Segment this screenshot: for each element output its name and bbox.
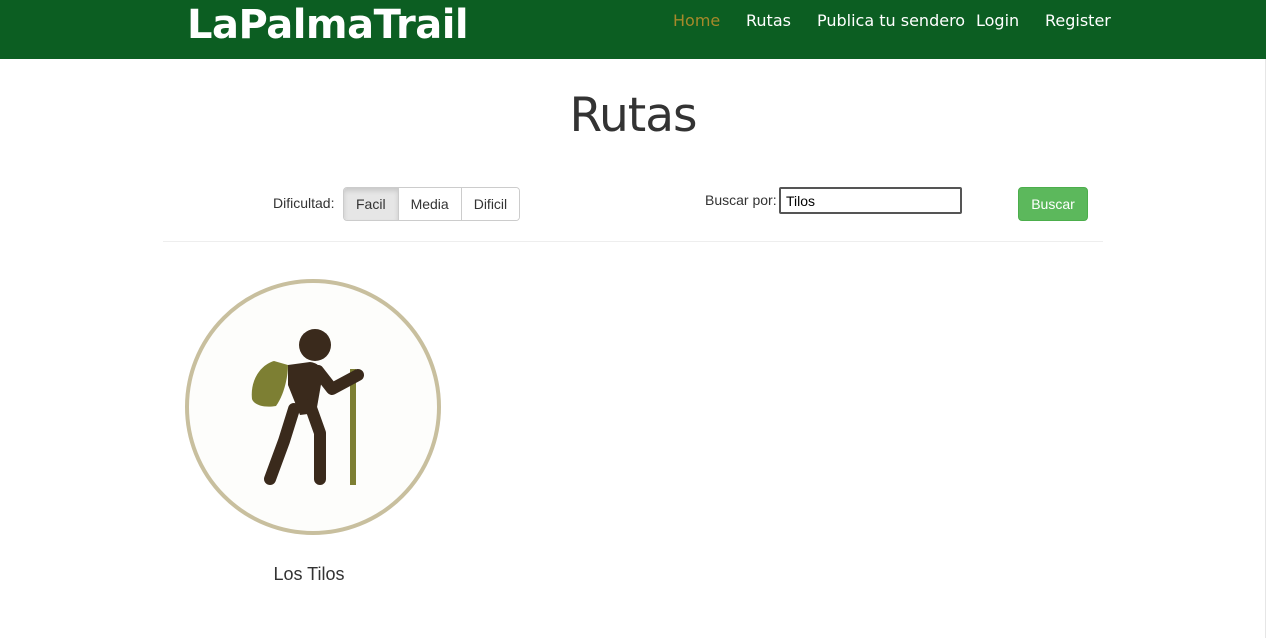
route-card-image	[170, 265, 450, 550]
nav-link-publica[interactable]: Publica tu sendero	[817, 11, 965, 30]
nav-link-home[interactable]: Home	[673, 11, 720, 30]
difficulty-dificil-button[interactable]: Dificil	[461, 188, 520, 220]
hiker-icon	[185, 279, 441, 535]
nav-link-register[interactable]: Register	[1045, 11, 1111, 30]
search-button[interactable]: Buscar	[1018, 187, 1088, 221]
nav-link-rutas[interactable]: Rutas	[746, 11, 791, 30]
top-navbar: LaPalmaTrail Home Rutas Publica tu sende…	[0, 0, 1266, 59]
difficulty-facil-button[interactable]: Facil	[344, 188, 399, 220]
difficulty-label: Dificultad:	[273, 195, 335, 211]
nav-link-login[interactable]: Login	[976, 11, 1019, 30]
search-input[interactable]	[779, 187, 962, 214]
route-card-title[interactable]: Los Tilos	[170, 564, 448, 585]
filter-divider	[163, 241, 1103, 242]
route-card[interactable]: Los Tilos	[170, 265, 450, 595]
search-label: Buscar por:	[705, 192, 777, 208]
brand-logo[interactable]: LaPalmaTrail	[187, 2, 469, 48]
difficulty-toggle-group: Facil Media Dificil	[343, 187, 521, 221]
page-title: Rutas	[569, 88, 697, 143]
difficulty-media-button[interactable]: Media	[398, 188, 462, 220]
